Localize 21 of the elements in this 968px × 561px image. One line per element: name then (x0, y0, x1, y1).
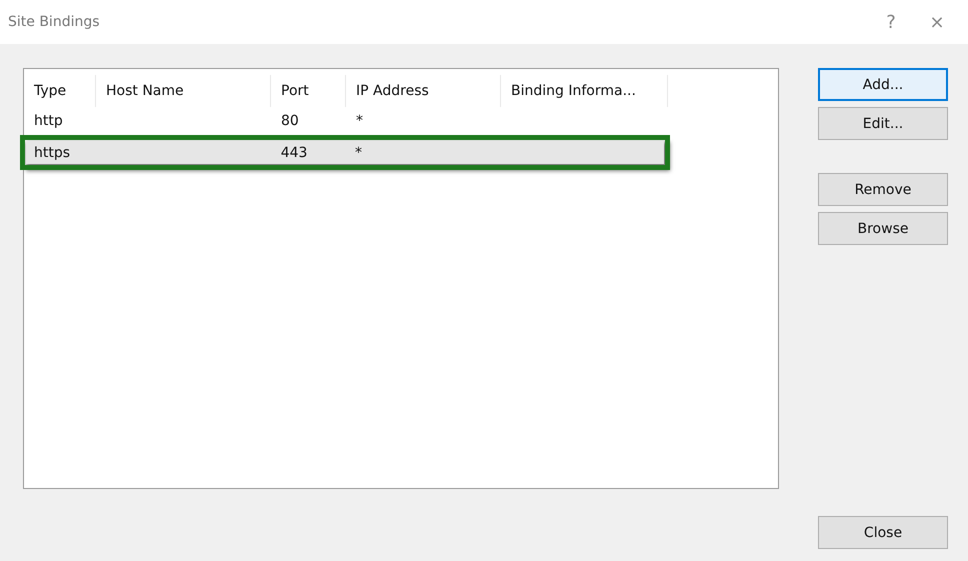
dialog-button[interactable]: Browse (818, 212, 948, 245)
column-header[interactable]: Type (24, 75, 96, 107)
dialog-button[interactable]: Remove (818, 173, 948, 206)
table-cell-text: * (355, 112, 364, 128)
dialog-button[interactable]: Add... (818, 68, 948, 101)
column-header[interactable]: Host Name (96, 75, 271, 107)
close-dialog-button[interactable]: Close (818, 516, 948, 549)
column-header[interactable]: IP Address (346, 75, 501, 107)
table-cell-text: 443 (280, 144, 308, 160)
table-row[interactable]: http 80 * (24, 109, 778, 132)
table-cell-text: https (33, 144, 72, 160)
column-header[interactable]: Port (271, 75, 346, 107)
close-button[interactable]: × (914, 12, 960, 32)
dialog-button[interactable]: Edit... (818, 107, 948, 140)
table-cell-text: * (354, 144, 364, 160)
table-row[interactable]: https 443 * (26, 141, 664, 164)
column-header[interactable]: Binding Informa... (501, 75, 668, 107)
table-cell-text: 80 (280, 112, 300, 128)
window-title: Site Bindings (8, 14, 101, 30)
table-cell-text: http (33, 112, 64, 128)
help-button[interactable]: ? (868, 12, 914, 32)
